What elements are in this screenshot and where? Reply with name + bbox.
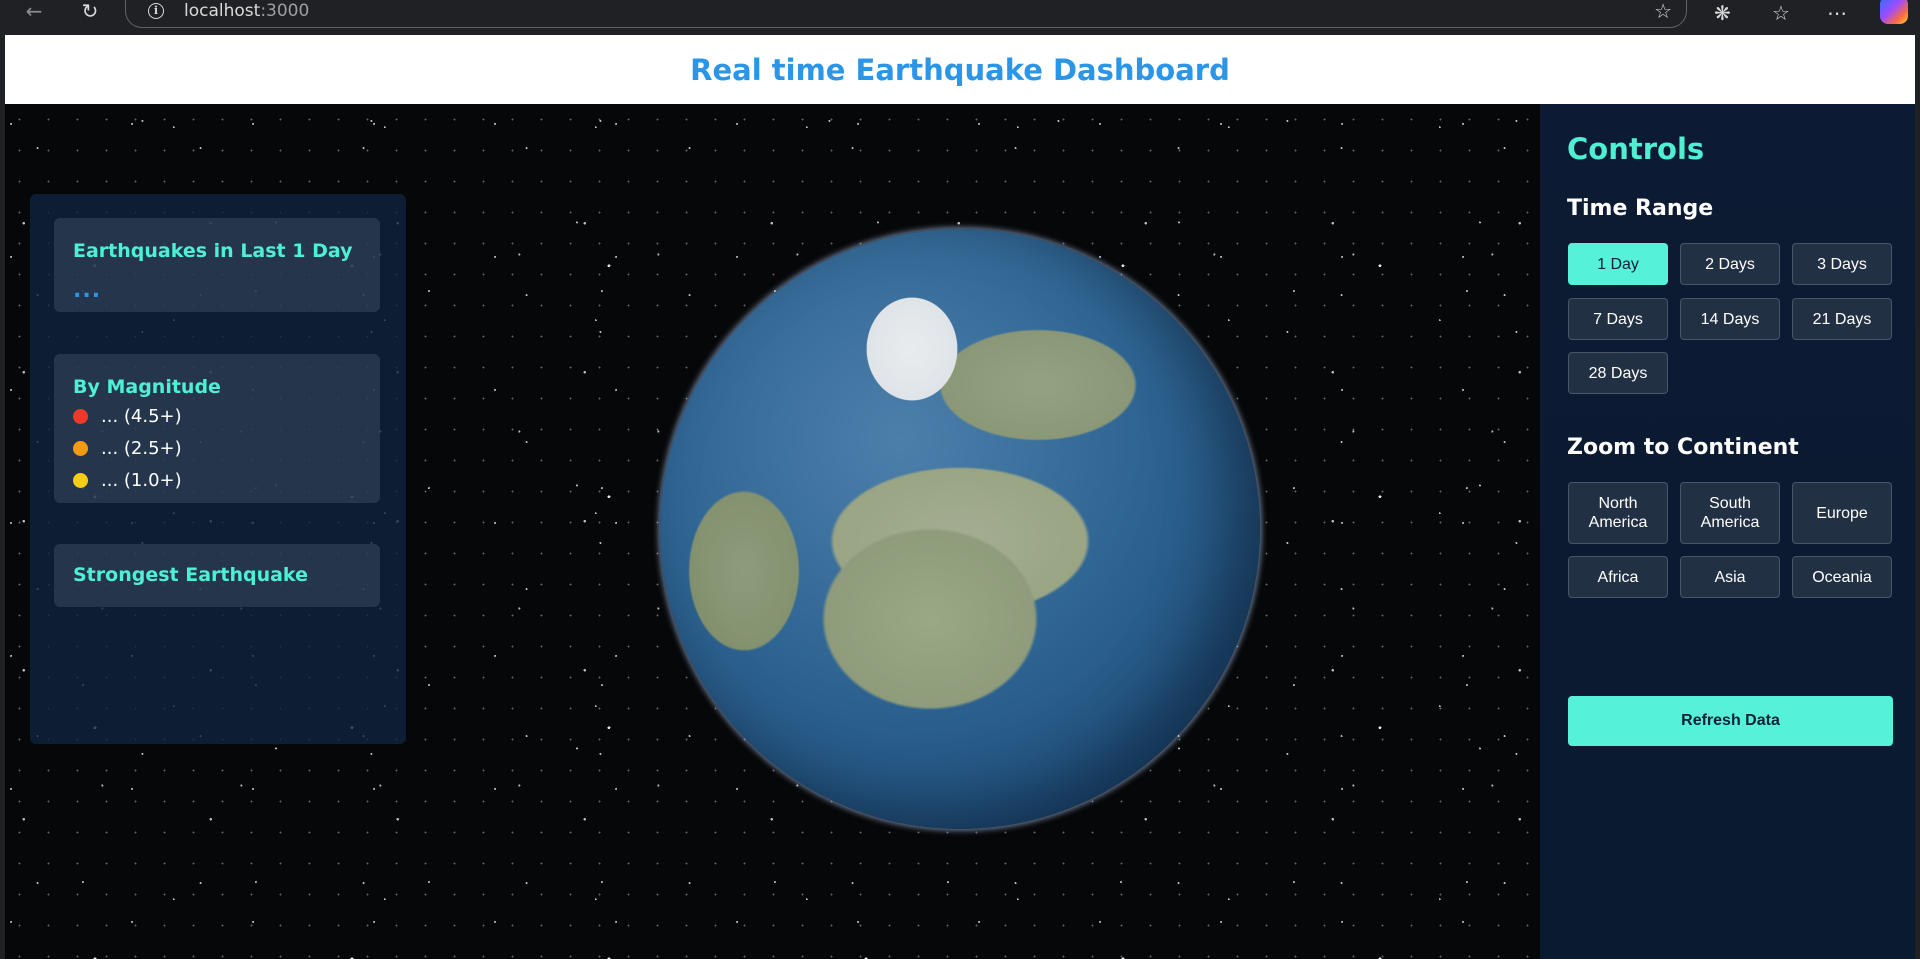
url-port: :3000	[260, 0, 310, 21]
count-loading-indicator: ...	[73, 278, 102, 303]
back-arrow-icon[interactable]: ←	[21, 0, 47, 24]
earth-globe[interactable]	[660, 229, 1260, 829]
address-bar[interactable]: i localhost:3000 ☆	[125, 0, 1687, 28]
continent-asia-button[interactable]: Asia	[1680, 556, 1780, 598]
magnitude-label: ... (1.0+)	[101, 470, 182, 491]
more-menu-icon[interactable]: ⋯	[1827, 0, 1847, 26]
magnitude-row-moderate: ... (2.5+)	[73, 438, 182, 459]
magnitude-row-major: ... (4.5+)	[73, 406, 182, 427]
reload-icon[interactable]: ↻	[77, 0, 103, 24]
magnitude-label: ... (4.5+)	[101, 406, 182, 427]
magnitude-row-minor: ... (1.0+)	[73, 470, 182, 491]
site-info-icon[interactable]: i	[148, 2, 164, 19]
continent-oceania-button[interactable]: Oceania	[1792, 556, 1892, 598]
time-range-3-days-button[interactable]: 3 Days	[1792, 243, 1892, 285]
time-range-21-days-button[interactable]: 21 Days	[1792, 298, 1892, 340]
controls-panel: Controls Time Range 1 Day 2 Days 3 Days …	[1540, 104, 1915, 959]
time-range-7-days-button[interactable]: 7 Days	[1568, 298, 1668, 340]
continent-africa-button[interactable]: Africa	[1568, 556, 1668, 598]
continent-north-america-button[interactable]: North America	[1568, 482, 1668, 544]
refresh-data-button[interactable]: Refresh Data	[1568, 696, 1893, 746]
time-range-heading: Time Range	[1567, 196, 1714, 221]
time-range-1-day-button[interactable]: 1 Day	[1568, 243, 1668, 285]
url-host: localhost	[184, 0, 261, 21]
copilot-icon[interactable]	[1880, 0, 1908, 24]
continent-europe-button[interactable]: Europe	[1792, 482, 1892, 544]
strongest-card-title: Strongest Earthquake	[73, 564, 308, 586]
extensions-icon[interactable]: ❋	[1714, 0, 1731, 26]
page: Real time Earthquake Dashboard Earthquak…	[5, 35, 1915, 959]
strongest-earthquake-card: Strongest Earthquake	[54, 544, 380, 607]
zoom-continent-heading: Zoom to Continent	[1567, 435, 1799, 460]
earthquake-count-card: Earthquakes in Last 1 Day ...	[54, 218, 380, 312]
page-header: Real time Earthquake Dashboard	[5, 35, 1915, 104]
magnitude-card-title: By Magnitude	[73, 376, 221, 398]
controls-title: Controls	[1567, 132, 1705, 166]
favorite-star-icon[interactable]: ☆	[1654, 0, 1672, 23]
favorites-list-icon[interactable]: ☆	[1772, 0, 1790, 26]
time-range-28-days-button[interactable]: 28 Days	[1568, 352, 1668, 394]
continent-south-america-button[interactable]: South America	[1680, 482, 1780, 544]
magnitude-card: By Magnitude ... (4.5+) ... (2.5+) ... (…	[54, 354, 380, 503]
orange-dot-icon	[73, 441, 88, 456]
time-range-14-days-button[interactable]: 14 Days	[1680, 298, 1780, 340]
page-title: Real time Earthquake Dashboard	[690, 52, 1230, 87]
stats-panel: Earthquakes in Last 1 Day ... By Magnitu…	[30, 194, 406, 744]
time-range-2-days-button[interactable]: 2 Days	[1680, 243, 1780, 285]
browser-toolbar: ← ↻ i localhost:3000 ☆ ❋ ☆ ⋯	[0, 0, 1920, 34]
yellow-dot-icon	[73, 473, 88, 488]
url-text: localhost:3000	[184, 1, 309, 21]
magnitude-label: ... (2.5+)	[101, 438, 182, 459]
red-dot-icon	[73, 409, 88, 424]
globe-viewport[interactable]: Earthquakes in Last 1 Day ... By Magnitu…	[5, 104, 1540, 959]
count-card-title: Earthquakes in Last 1 Day	[73, 240, 353, 262]
